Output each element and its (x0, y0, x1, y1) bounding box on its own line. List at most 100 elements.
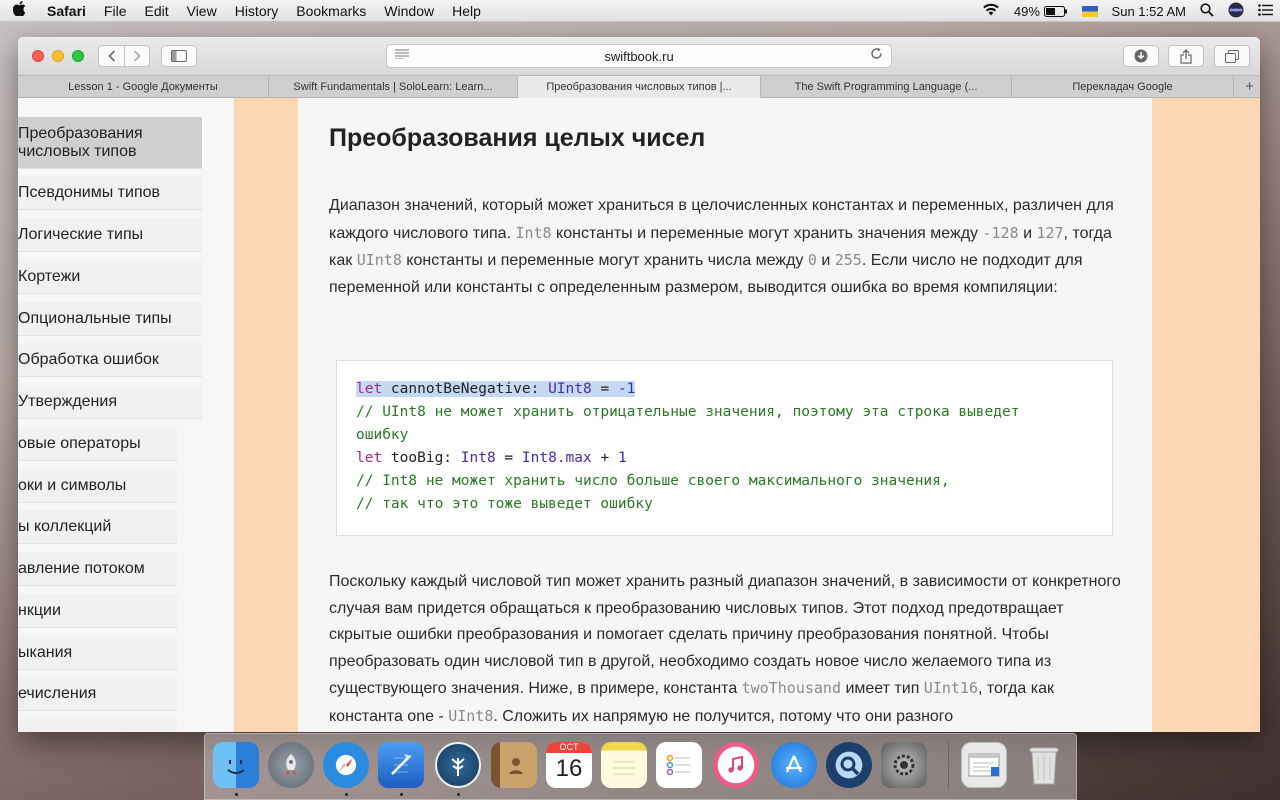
menu-window[interactable]: Window (375, 3, 443, 19)
dock-separator (948, 742, 949, 790)
tab-google-docs[interactable]: Lesson 1 - Google Документы (18, 76, 269, 98)
sidebar-item-assertions[interactable]: Утверждения (18, 385, 202, 419)
sidebar-item-control-flow[interactable]: авление потоком (18, 552, 177, 586)
siri-icon[interactable] (1228, 2, 1244, 21)
sidebar-item-basic-operators[interactable]: овые операторы (18, 427, 177, 461)
chevron-right-icon (133, 50, 141, 62)
xcode-icon[interactable] (378, 742, 424, 788)
battery-status[interactable]: 49% (1014, 4, 1068, 19)
app-store-icon[interactable] (771, 742, 817, 788)
zoom-window-button[interactable] (72, 50, 84, 62)
sidebar-item-tuples[interactable]: Кортежи (18, 260, 202, 294)
code-type: Int8 (460, 450, 496, 466)
reminders-icon[interactable] (656, 742, 702, 788)
sidebar-item-label-line2: числовых типов (18, 143, 137, 160)
menu-help[interactable]: Help (443, 3, 490, 19)
tab-swiftbook-active[interactable]: Преобразования числовых типов |... (518, 76, 761, 98)
launchpad-icon[interactable] (268, 742, 314, 788)
downloads-button[interactable] (1123, 45, 1159, 67)
menu-bookmarks[interactable]: Bookmarks (287, 3, 375, 19)
running-indicator (457, 793, 460, 796)
reload-icon[interactable] (870, 47, 883, 63)
text: и (816, 252, 835, 270)
sidebar-item-strings[interactable]: оки и символы (18, 469, 177, 503)
app-menu-safari[interactable]: Safari (38, 3, 95, 19)
battery-percentage: 49% (1013, 3, 1040, 19)
sidebar-item-type-aliases[interactable]: Псевдонимы типов (18, 176, 202, 210)
status-area: 49% Sun 1:52 AM (975, 0, 1280, 22)
text: и (1018, 224, 1037, 242)
code-line-4: let tooBig: Int8 = Int8.max + 1 (356, 450, 627, 466)
downloads-stack-icon[interactable] (961, 742, 1007, 788)
code-line-1: let cannotBeNegative: UInt8 = -1 (356, 381, 636, 397)
code-operator: = (591, 381, 618, 397)
close-window-button[interactable] (32, 50, 44, 62)
code-property: .max (556, 450, 592, 466)
notification-center-icon[interactable] (1258, 3, 1273, 19)
tab-overview-button[interactable] (1214, 45, 1250, 67)
sourcetree-icon[interactable] (435, 742, 481, 788)
wifi-icon[interactable] (982, 3, 1000, 19)
lesson-sidebar: Преобразования числовых типов Псевдонимы… (18, 98, 234, 732)
sidebar-item-enumerations[interactable]: ечисления (18, 677, 177, 711)
minimize-window-button[interactable] (52, 50, 64, 62)
calendar-icon[interactable]: OCT 16 (546, 742, 592, 788)
system-preferences-icon[interactable] (881, 742, 927, 788)
sidebar-item-partial-bottom[interactable] (18, 719, 177, 732)
forward-button[interactable] (124, 45, 150, 67)
code-number: 1 (617, 450, 627, 466)
sidebar-item-collections[interactable]: ы коллекций (18, 510, 177, 544)
sidebar-icon (171, 50, 187, 62)
code-comment-line: // UInt8 не может хранить отрицательные … (356, 404, 1020, 420)
contacts-icon[interactable] (491, 742, 537, 788)
url-text: swiftbook.ru (604, 49, 674, 64)
safari-icon[interactable] (323, 742, 369, 788)
address-bar[interactable]: swiftbook.ru (386, 44, 892, 68)
sidebar-item-booleans[interactable]: Логические типы (18, 218, 202, 252)
code-block[interactable]: let cannotBeNegative: UInt8 = -1 // UInt… (336, 360, 1113, 536)
code-identifier: tooBig: (382, 450, 461, 466)
sidebar-toggle-button[interactable] (161, 45, 197, 67)
notes-icon[interactable] (601, 742, 647, 788)
finder-icon[interactable] (213, 742, 259, 788)
sidebar-item-label-line1: Преобразования (18, 125, 143, 142)
running-indicator (400, 793, 403, 796)
code-comment-line: // Int8 не может хранить число больше св… (356, 473, 950, 489)
code-comment-line: ошибку (356, 427, 409, 443)
menu-view[interactable]: View (178, 3, 226, 19)
new-tab-button[interactable]: + (1234, 76, 1260, 97)
share-button[interactable] (1168, 45, 1204, 67)
safari-window: swiftbook.ru Lesson 1 - Google Документы… (18, 37, 1260, 732)
running-indicator (345, 793, 348, 796)
input-source-flag-icon[interactable] (1081, 5, 1098, 17)
code-type: UInt8 (548, 381, 592, 397)
spotlight-search-icon[interactable] (1200, 2, 1214, 20)
quicktime-icon[interactable] (826, 742, 872, 788)
sidebar-item-numeric-conversion[interactable]: Преобразования числовых типов (18, 117, 202, 169)
article-paragraph-2: Поскольку каждый числовой тип может хран… (329, 569, 1129, 731)
menubar-clock[interactable]: Sun 1:52 AM (1112, 4, 1186, 19)
tab-sololearn[interactable]: Swift Fundamentals | SoloLearn: Learn... (269, 76, 518, 98)
tab-swift-programming-language[interactable]: The Swift Programming Language (... (761, 76, 1012, 98)
tab-google-translate[interactable]: Перекладач Google (1012, 76, 1234, 98)
calendar-day: 16 (555, 755, 583, 782)
text: константы и переменные могут хранить чис… (401, 252, 808, 270)
tab-bar: Lesson 1 - Google Документы Swift Fundam… (18, 75, 1260, 98)
apple-menu-icon[interactable] (0, 1, 38, 20)
code-comment-line: // так что это тоже выведет ошибку (356, 496, 653, 512)
menu-bar: Safari File Edit View History Bookmarks … (0, 0, 1280, 22)
share-icon (1180, 48, 1192, 64)
sidebar-item-functions[interactable]: нкции (18, 594, 177, 628)
sidebar-item-error-handling[interactable]: Обработка ошибок (18, 343, 202, 377)
dock: OCT 16 (204, 733, 1077, 800)
menu-file[interactable]: File (95, 3, 136, 19)
itunes-icon[interactable] (713, 742, 759, 788)
inline-code: Int8 (515, 223, 552, 242)
sidebar-item-closures[interactable]: ыкания (18, 636, 177, 670)
inline-code: 0 (807, 251, 817, 270)
back-button[interactable] (98, 45, 125, 67)
sidebar-item-optionals[interactable]: Опциональные типы (18, 302, 202, 336)
menu-history[interactable]: History (226, 3, 288, 19)
trash-icon[interactable] (1021, 742, 1067, 788)
menu-edit[interactable]: Edit (135, 3, 177, 19)
